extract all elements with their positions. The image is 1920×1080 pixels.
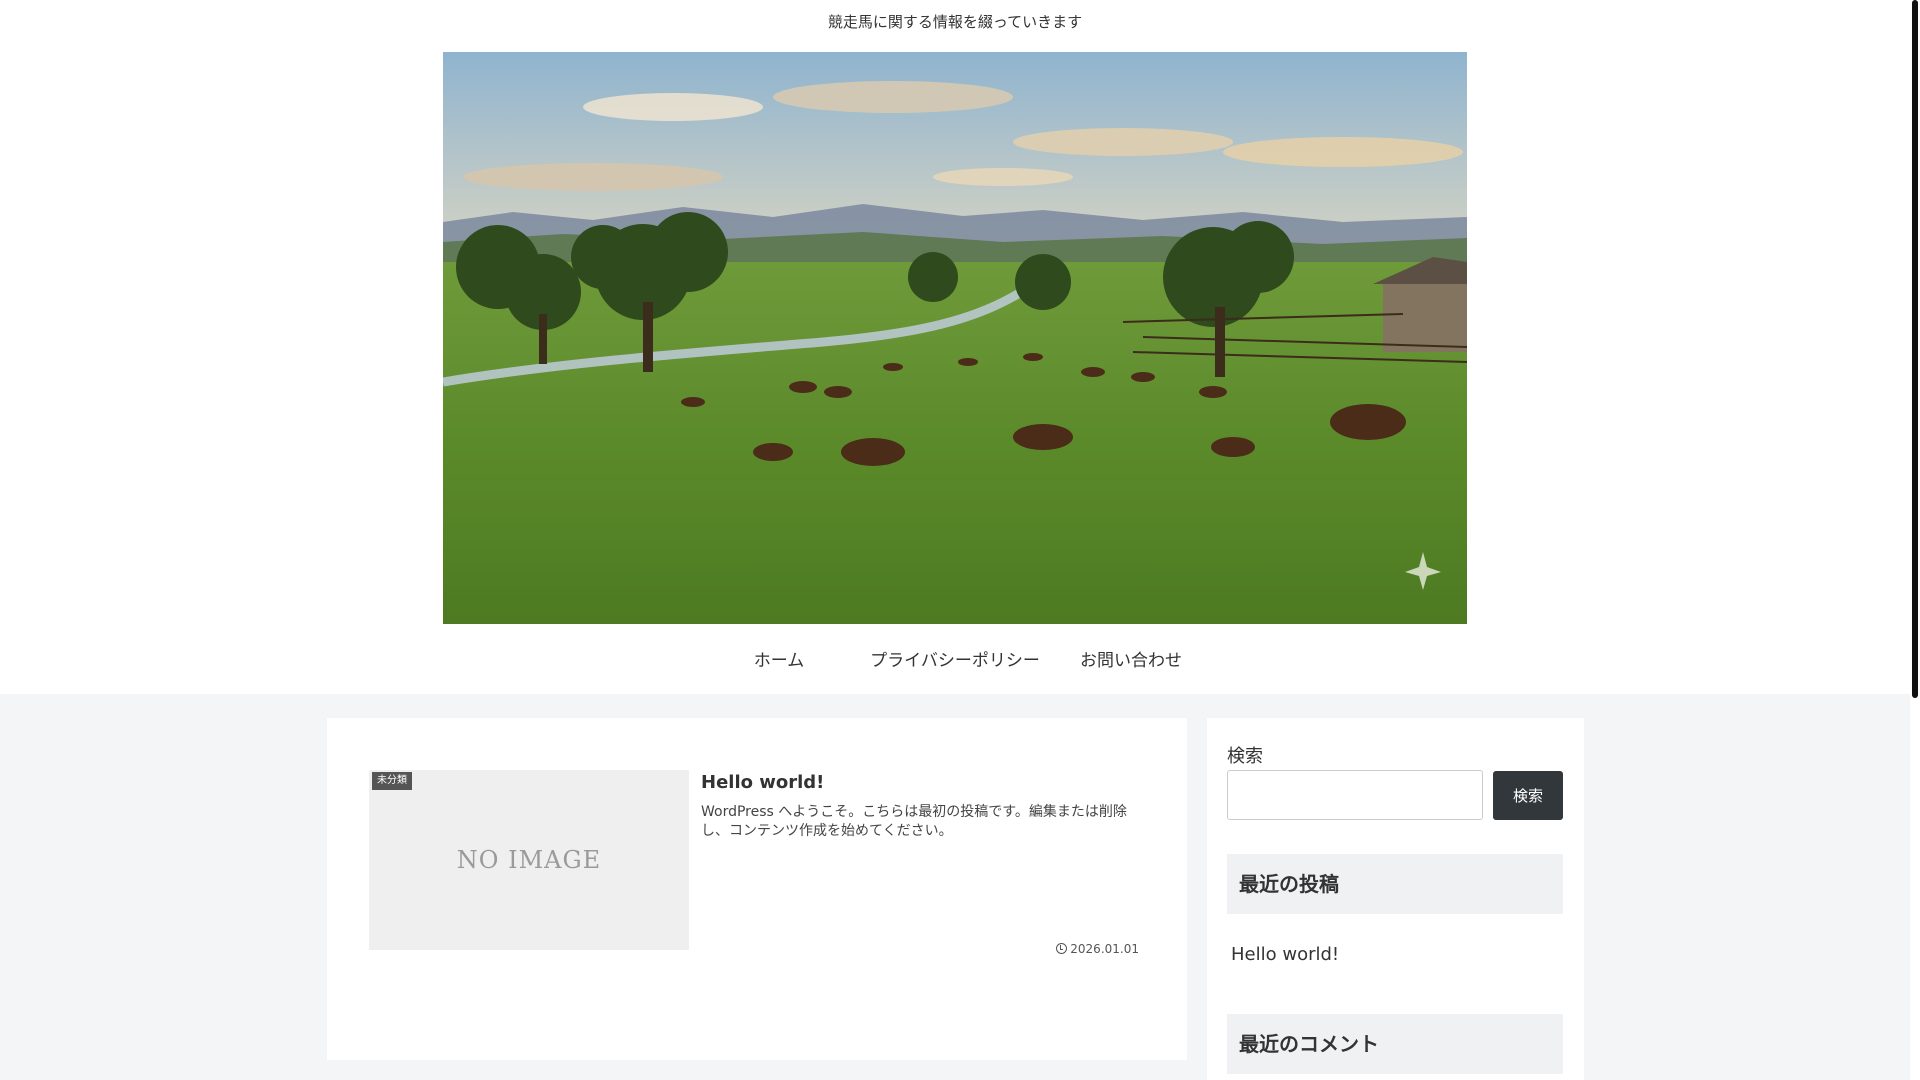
site-tagline: 競走馬に関する情報を綴っていきます <box>827 13 1083 31</box>
search-button[interactable]: 検索 <box>1493 771 1563 820</box>
header-image <box>443 52 1467 624</box>
recent-comments-title: 最近のコメント <box>1227 1014 1563 1074</box>
nav-item-privacy-policy[interactable]: プライバシーポリシー <box>867 628 1043 694</box>
site-header: 競走馬に関する情報を綴っていきます ホーム プライバシーポリシー お問い合わせ <box>0 0 1910 694</box>
entry-date-text: 2026.01.01 <box>1070 942 1139 956</box>
clock-icon <box>1056 943 1068 954</box>
entry-date: 2026.01.01 <box>1056 942 1139 956</box>
entry-thumbnail: NO IMAGE <box>369 770 689 950</box>
entry-snippet: WordPress へようこそ。こちらは最初の投稿です。編集または削除し、コンテ… <box>701 804 1127 839</box>
nav-item-home[interactable]: ホーム <box>691 628 867 694</box>
recent-post-link[interactable]: Hello world! <box>1231 944 1339 965</box>
category-label: 未分類 <box>372 772 412 790</box>
search-widget-label: 検索 <box>1227 746 1263 767</box>
no-image-text: NO IMAGE <box>456 846 602 874</box>
search-input[interactable] <box>1227 770 1483 820</box>
main-content: NO IMAGE 未分類 Hello world! WordPress へようこ… <box>327 718 1187 1060</box>
global-nav: ホーム プライバシーポリシー お問い合わせ <box>0 628 1910 694</box>
entry-title[interactable]: Hello world! <box>701 772 824 793</box>
sidebar: 検索 検索 最近の投稿 Hello world! 最近のコメント <box>1207 718 1584 1080</box>
scrollbar[interactable] <box>1910 0 1920 1080</box>
entry-card[interactable]: NO IMAGE 未分類 Hello world! WordPress へようこ… <box>369 770 1145 956</box>
recent-posts-title: 最近の投稿 <box>1227 854 1563 914</box>
scrollbar-thumb[interactable] <box>1912 0 1918 698</box>
nav-item-contact[interactable]: お問い合わせ <box>1043 628 1219 694</box>
